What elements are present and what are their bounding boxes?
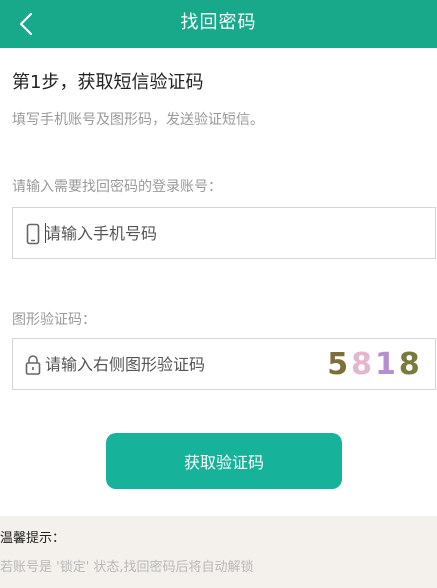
step-title: 第1步，获取短信验证码 [12,72,204,93]
captcha-input-box: 5 8 1 8 [12,338,436,390]
phone-icon [23,222,43,246]
phone-input[interactable] [45,208,425,258]
captcha-char: 8 [351,346,375,382]
tips-panel: 温馨提示： 若账号是 '锁定' 状态,找回密码后将自动解锁 [0,516,437,588]
tips-title: 温馨提示： [0,531,66,546]
captcha-image[interactable]: 5 8 1 8 [323,341,427,387]
page-title: 找回密码 [180,12,257,33]
phone-input-box [12,207,436,259]
captcha-char: 1 [375,346,399,382]
lock-icon [23,353,43,377]
get-code-button[interactable]: 获取验证码 [106,433,342,489]
tips-text: 若账号是 '锁定' 状态,找回密码后将自动解锁 [0,560,254,575]
captcha-char: 5 [327,346,352,382]
back-button[interactable] [8,4,44,44]
captcha-input[interactable] [45,339,315,389]
step-description: 填写手机账号及图形码，发送验证短信。 [12,112,264,128]
captcha-char: 8 [398,346,423,382]
account-label: 请输入需要找回密码的登录账号： [12,179,222,195]
chevron-left-icon [19,12,33,36]
captcha-label: 图形验证码： [12,312,96,328]
app-header: 找回密码 [0,0,437,48]
